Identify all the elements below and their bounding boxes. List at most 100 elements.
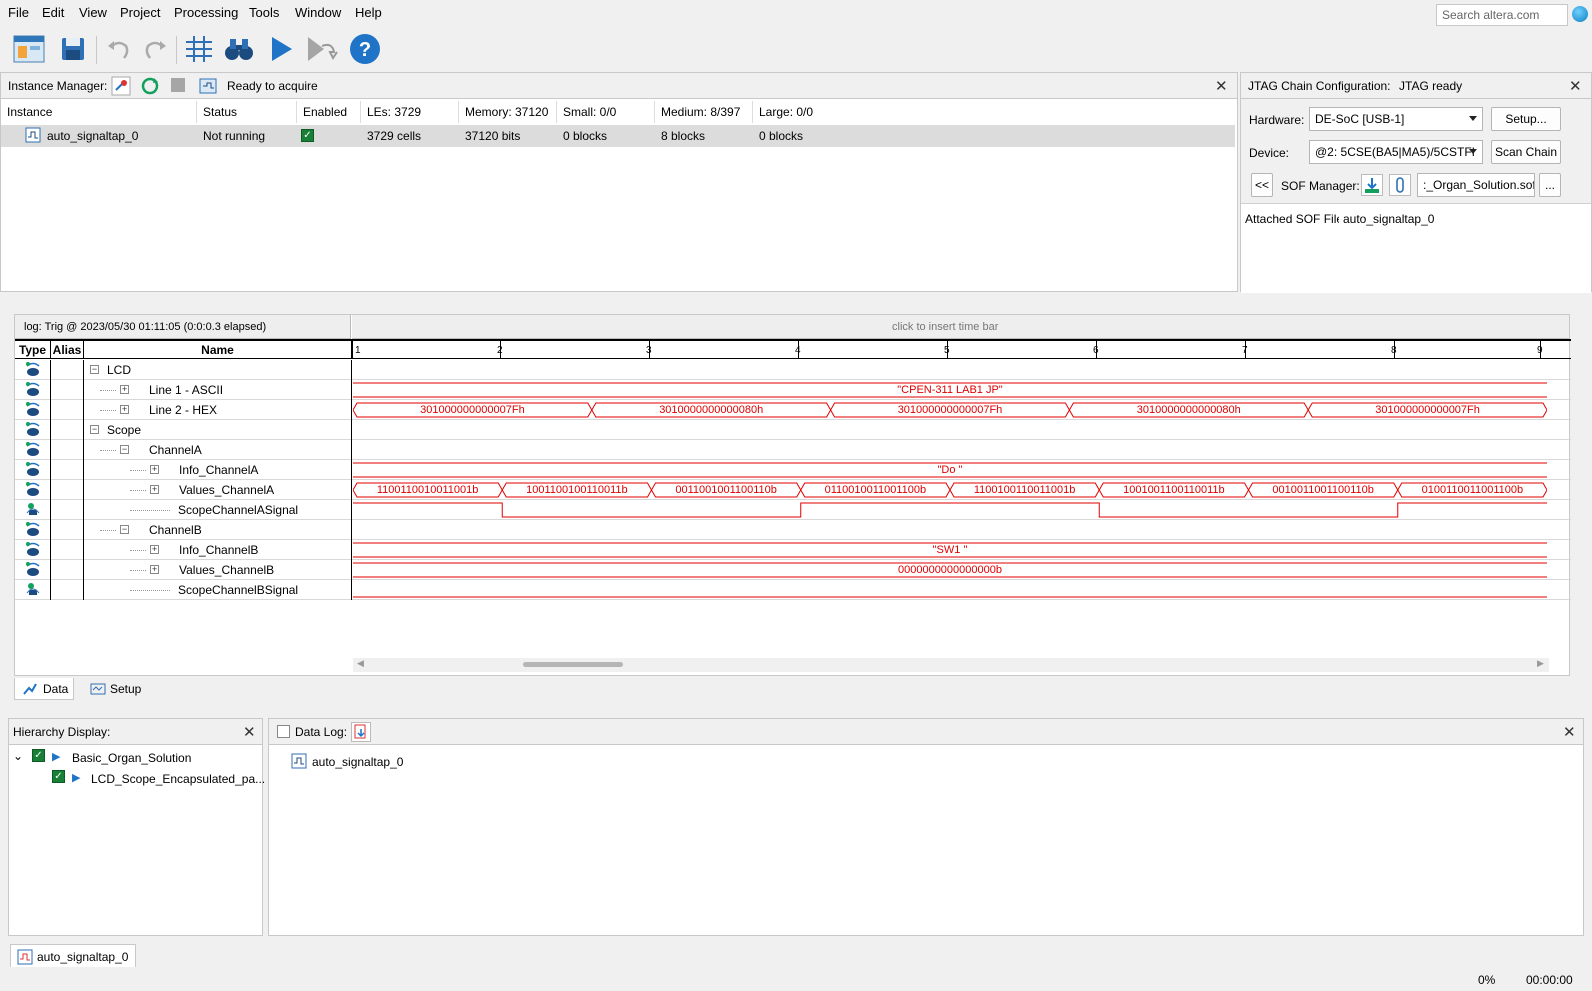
setup-button[interactable]: Setup... bbox=[1491, 107, 1561, 131]
signal-row[interactable]: + Line 2 - HEX 301000000000007Fh 3010000000… bbox=[15, 400, 1571, 420]
collapse-button[interactable]: << bbox=[1251, 173, 1273, 197]
signal-row[interactable]: + Values_ChannelA 1100110010011001b 1001100… bbox=[15, 480, 1571, 500]
expand-icon[interactable]: + bbox=[150, 545, 159, 554]
tab-setup[interactable]: Setup bbox=[84, 678, 148, 700]
waveform-trace[interactable] bbox=[353, 360, 1547, 380]
sof-file-field[interactable]: :_Organ_Solution.sof bbox=[1417, 173, 1535, 197]
col-medium[interactable]: Medium: 8/397 bbox=[655, 101, 753, 123]
hardware-select[interactable]: DE-SoC [USB-1] bbox=[1309, 107, 1483, 131]
waveform-trace[interactable]: "Do " bbox=[353, 460, 1547, 480]
signal-row[interactable]: ScopeChannelASignal bbox=[15, 500, 1571, 520]
expand-icon[interactable]: + bbox=[150, 565, 159, 574]
autorun-icon[interactable] bbox=[111, 76, 131, 96]
node-finder-icon[interactable] bbox=[182, 32, 216, 66]
read-data-icon[interactable] bbox=[198, 76, 218, 96]
collapse-icon[interactable]: − bbox=[90, 425, 99, 434]
waveform-trace[interactable] bbox=[353, 440, 1547, 460]
signal-row[interactable]: + Info_ChannelA "Do " bbox=[15, 460, 1571, 480]
stop-icon[interactable] bbox=[171, 78, 185, 92]
close-icon[interactable]: ✕ bbox=[1215, 77, 1228, 95]
col-small[interactable]: Small: 0/0 bbox=[557, 101, 655, 123]
close-icon[interactable]: ✕ bbox=[1569, 77, 1582, 95]
hierarchy-root[interactable]: Basic_Organ_Solution bbox=[72, 751, 191, 765]
refresh-icon[interactable] bbox=[140, 76, 160, 96]
scrollbar-thumb[interactable] bbox=[523, 662, 623, 667]
col-large[interactable]: Large: 0/0 bbox=[753, 101, 851, 123]
redo-icon[interactable] bbox=[138, 32, 172, 66]
waveform-trace[interactable]: "SW1 " bbox=[353, 540, 1547, 560]
search-input[interactable]: Search altera.com bbox=[1436, 4, 1568, 26]
menu-view[interactable]: View bbox=[79, 5, 107, 20]
globe-icon[interactable] bbox=[1572, 6, 1588, 22]
expand-icon[interactable]: + bbox=[120, 385, 129, 394]
signal-row[interactable]: − LCD bbox=[15, 360, 1571, 380]
scroll-right-icon[interactable]: ▶ bbox=[1537, 658, 1544, 669]
export-log-icon[interactable] bbox=[351, 722, 371, 742]
col-type[interactable]: Type bbox=[15, 341, 51, 359]
close-icon[interactable]: ✕ bbox=[243, 723, 256, 741]
enabled-checkbox[interactable]: ✓ bbox=[301, 129, 314, 142]
program-device-icon[interactable] bbox=[1361, 174, 1383, 196]
expand-icon[interactable]: + bbox=[120, 405, 129, 414]
menu-processing[interactable]: Processing bbox=[174, 5, 238, 20]
menu-project[interactable]: Project bbox=[120, 5, 160, 20]
menu-help[interactable]: Help bbox=[355, 5, 382, 20]
col-memory[interactable]: Memory: 37120 bbox=[459, 101, 557, 123]
data-log-item[interactable]: auto_signaltap_0 bbox=[312, 755, 403, 769]
file-tab[interactable]: auto_signaltap_0 bbox=[10, 944, 136, 968]
signal-row[interactable]: − ChannelB bbox=[15, 520, 1571, 540]
child-checkbox[interactable]: ✓ bbox=[52, 770, 65, 783]
waveform-trace[interactable]: 1100110010011001b 1001100100110011b 001100… bbox=[353, 480, 1547, 500]
waveform-trace[interactable]: "CPEN-311 LAB1 JP" bbox=[353, 380, 1547, 400]
menu-window[interactable]: Window bbox=[295, 5, 341, 20]
save-icon[interactable] bbox=[56, 32, 90, 66]
table-row[interactable]: auto_signaltap_0 Not running ✓ 3729 cell… bbox=[1, 125, 1235, 147]
col-instance[interactable]: Instance bbox=[1, 101, 197, 123]
binoculars-icon[interactable] bbox=[222, 32, 256, 66]
attach-icon[interactable] bbox=[1389, 174, 1411, 196]
signal-row[interactable]: ScopeChannelBSignal bbox=[15, 580, 1571, 600]
waveform-trace[interactable]: 301000000000007Fh 3010000000000080h 301000… bbox=[353, 400, 1547, 420]
tab-data[interactable]: Data bbox=[14, 678, 74, 700]
help-icon[interactable]: ? bbox=[348, 32, 382, 66]
horizontal-scrollbar[interactable]: ◀ ▶ bbox=[353, 658, 1549, 672]
time-ruler[interactable]: 1 2 3 4 5 6 7 8 9 bbox=[352, 341, 1543, 359]
device-select[interactable]: @2: 5CSE(BA5|MA5)/5CSTFI bbox=[1309, 140, 1483, 164]
signal-row[interactable]: − ChannelA bbox=[15, 440, 1571, 460]
signal-row[interactable]: + Values_ChannelB 0000000000000000b bbox=[15, 560, 1571, 580]
waveform-trace[interactable]: 0000000000000000b bbox=[353, 560, 1547, 580]
col-enabled[interactable]: Enabled bbox=[297, 101, 361, 123]
close-icon[interactable]: ✕ bbox=[1563, 723, 1576, 741]
col-les[interactable]: LEs: 3729 bbox=[361, 101, 459, 123]
data-log-checkbox[interactable] bbox=[277, 725, 290, 738]
root-checkbox[interactable]: ✓ bbox=[32, 749, 45, 762]
autorun-analysis-icon[interactable] bbox=[304, 32, 338, 66]
expand-icon[interactable]: + bbox=[150, 465, 159, 474]
menu-file[interactable]: File bbox=[8, 5, 29, 20]
new-window-icon[interactable] bbox=[12, 32, 46, 66]
col-alias[interactable]: Alias bbox=[51, 341, 84, 359]
collapse-icon[interactable]: − bbox=[90, 365, 99, 374]
chevron-down-icon[interactable]: ⌄ bbox=[13, 749, 23, 763]
run-analysis-icon[interactable] bbox=[264, 32, 298, 66]
scroll-left-icon[interactable]: ◀ bbox=[357, 658, 364, 669]
col-status[interactable]: Status bbox=[197, 101, 297, 123]
hierarchy-child[interactable]: LCD_Scope_Encapsulated_pa... bbox=[91, 772, 265, 786]
undo-icon[interactable] bbox=[102, 32, 136, 66]
scan-chain-button[interactable]: Scan Chain bbox=[1491, 140, 1561, 164]
signal-row[interactable]: + Line 1 - ASCII "CPEN-311 LAB1 JP" bbox=[15, 380, 1571, 400]
expand-icon[interactable]: + bbox=[150, 485, 159, 494]
waveform-trace[interactable] bbox=[353, 500, 1547, 520]
menu-edit[interactable]: Edit bbox=[42, 5, 64, 20]
col-name[interactable]: Name bbox=[84, 341, 352, 359]
waveform-trace[interactable] bbox=[353, 580, 1547, 600]
waveform-trace[interactable] bbox=[353, 520, 1547, 540]
menu-tools[interactable]: Tools bbox=[249, 5, 279, 20]
browse-button[interactable]: ... bbox=[1539, 173, 1561, 197]
collapse-icon[interactable]: − bbox=[120, 445, 129, 454]
time-bar-insert-area[interactable]: click to insert time bar bbox=[352, 315, 1569, 339]
signal-row[interactable]: − Scope bbox=[15, 420, 1571, 440]
signal-row[interactable]: + Info_ChannelB "SW1 " bbox=[15, 540, 1571, 560]
collapse-icon[interactable]: − bbox=[120, 525, 129, 534]
waveform-trace[interactable] bbox=[353, 420, 1547, 440]
